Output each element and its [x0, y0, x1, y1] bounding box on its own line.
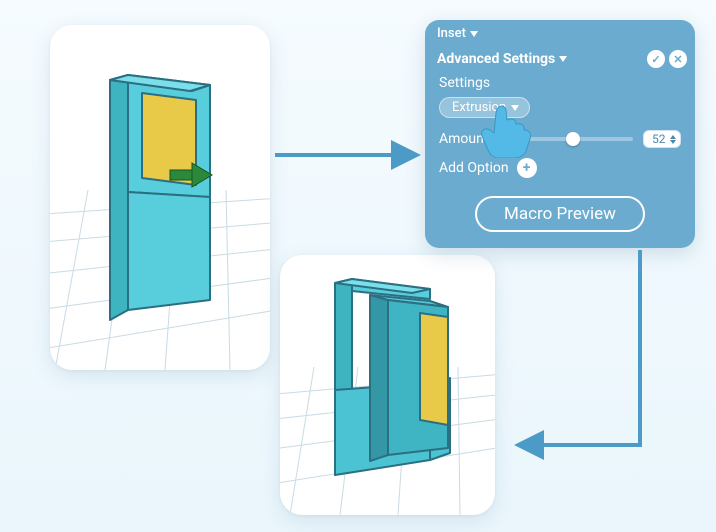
- amount-label: Amount: [439, 131, 497, 147]
- panel-header[interactable]: Inset: [425, 20, 695, 45]
- amount-input[interactable]: 52: [643, 130, 681, 148]
- plus-icon: +: [523, 161, 531, 175]
- macro-preview-label: Macro Preview: [504, 204, 616, 224]
- viewport-after: [280, 255, 495, 515]
- viewport-before: [50, 25, 270, 370]
- add-option-button[interactable]: +: [517, 158, 537, 178]
- chevron-down-icon: [470, 31, 478, 37]
- advanced-settings-label: Advanced Settings: [437, 51, 555, 67]
- extrusion-dropdown[interactable]: Extrusion: [439, 97, 530, 118]
- macro-preview-button[interactable]: Macro Preview: [475, 196, 645, 232]
- settings-panel: Inset ✓ ✕ Advanced Settings Settings Ext…: [425, 20, 695, 248]
- chevron-down-icon: [559, 56, 567, 62]
- amount-step-up[interactable]: [670, 135, 676, 139]
- settings-label: Settings: [439, 75, 681, 91]
- panel-header-label: Inset: [437, 26, 466, 41]
- amount-slider-thumb[interactable]: [566, 132, 580, 146]
- amount-value: 52: [652, 132, 666, 146]
- add-option-label: Add Option: [439, 160, 509, 176]
- chevron-down-icon: [511, 105, 519, 111]
- extrusion-dropdown-label: Extrusion: [452, 100, 506, 115]
- amount-slider[interactable]: [507, 137, 633, 141]
- advanced-settings-toggle[interactable]: Advanced Settings: [425, 45, 695, 69]
- amount-step-down[interactable]: [670, 140, 676, 144]
